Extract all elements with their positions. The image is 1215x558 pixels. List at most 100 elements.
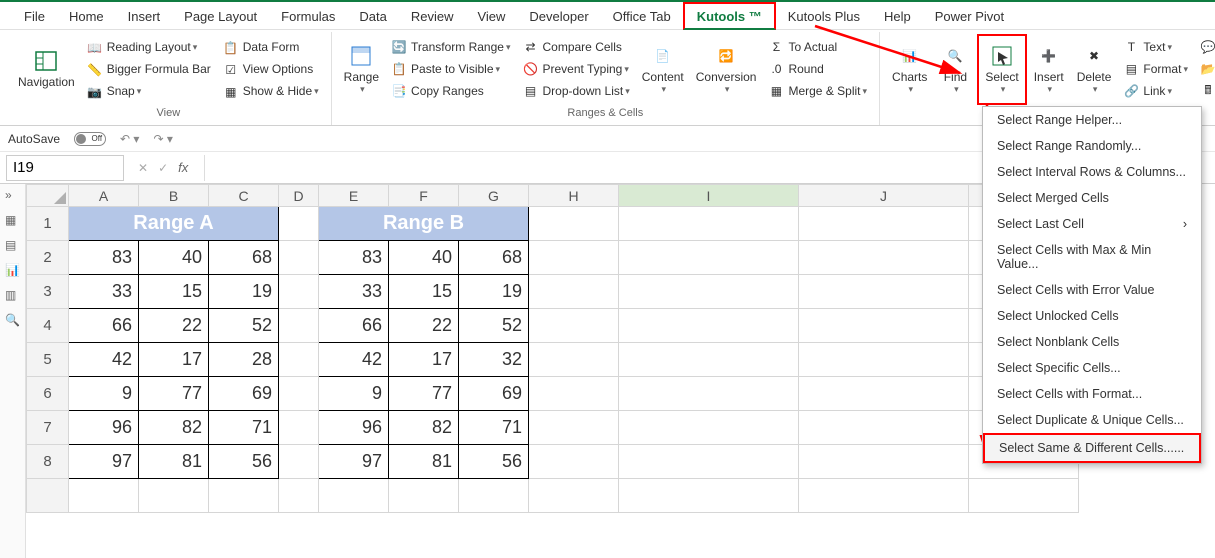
select-all-corner[interactable] (27, 185, 69, 207)
panel-icon-3[interactable]: 📊 (5, 263, 20, 278)
col-header-J[interactable]: J (799, 185, 969, 207)
tab-file[interactable]: File (12, 4, 57, 28)
tab-home[interactable]: Home (57, 4, 116, 28)
menu-item-select-cells-with-max-min-value[interactable]: Select Cells with Max & Min Value... (983, 237, 1201, 277)
range-b-header[interactable]: Range B (319, 207, 529, 241)
row-header-2[interactable]: 2 (27, 241, 69, 275)
find-button[interactable]: 🔍Find▾ (933, 34, 977, 105)
col-header-I[interactable]: I (619, 185, 799, 207)
cell[interactable]: 19 (459, 275, 529, 309)
row-header-5[interactable]: 5 (27, 343, 69, 377)
cell[interactable]: 77 (389, 377, 459, 411)
cell[interactable]: 82 (389, 411, 459, 445)
cell[interactable]: 17 (139, 343, 209, 377)
cell[interactable]: 69 (209, 377, 279, 411)
menu-item-select-interval-rows-columns[interactable]: Select Interval Rows & Columns... (983, 159, 1201, 185)
show-hide-button[interactable]: ▦Show & Hide▾ (219, 81, 323, 103)
range-a-header[interactable]: Range A (69, 207, 279, 241)
name-box[interactable] (6, 155, 124, 181)
row-header-8[interactable]: 8 (27, 445, 69, 479)
cell[interactable]: 81 (139, 445, 209, 479)
cell[interactable]: 68 (459, 241, 529, 275)
cell[interactable]: 33 (319, 275, 389, 309)
dropdown-list-button[interactable]: ▤Drop-down List▾ (519, 80, 634, 102)
cell[interactable]: 52 (459, 309, 529, 343)
format-button[interactable]: ▤Format▾ (1119, 58, 1192, 80)
copy-ranges-button[interactable]: 📑Copy Ranges (387, 80, 514, 102)
cell[interactable]: 83 (319, 241, 389, 275)
menu-item-select-cells-with-format[interactable]: Select Cells with Format... (983, 381, 1201, 407)
tab-power-pivot[interactable]: Power Pivot (923, 4, 1016, 28)
col-header-A[interactable]: A (69, 185, 139, 207)
menu-item-select-nonblank-cells[interactable]: Select Nonblank Cells (983, 329, 1201, 355)
cell[interactable]: 42 (69, 343, 139, 377)
cell[interactable]: 71 (459, 411, 529, 445)
range-button[interactable]: Range▾ (338, 34, 385, 105)
cell[interactable]: 40 (139, 241, 209, 275)
menu-item-select-specific-cells[interactable]: Select Specific Cells... (983, 355, 1201, 381)
menu-item-select-cells-with-error-value[interactable]: Select Cells with Error Value (983, 277, 1201, 303)
cell[interactable]: 19 (209, 275, 279, 309)
tab-kutools-plus[interactable]: Kutools Plus (776, 4, 872, 28)
tab-view[interactable]: View (465, 4, 517, 28)
tab-help[interactable]: Help (872, 4, 923, 28)
redo-icon[interactable]: ↷ ▾ (153, 132, 172, 146)
col-header-G[interactable]: G (459, 185, 529, 207)
cell[interactable]: 81 (389, 445, 459, 479)
text-button[interactable]: TText▾ (1119, 36, 1192, 58)
cell[interactable]: 9 (69, 377, 139, 411)
tab-kutools-[interactable]: Kutools ™ (683, 2, 776, 30)
cell[interactable]: 52 (209, 309, 279, 343)
cell[interactable]: 22 (139, 309, 209, 343)
insert-button[interactable]: ➕Insert▾ (1027, 34, 1071, 105)
cell[interactable]: 15 (389, 275, 459, 309)
cell[interactable]: 77 (139, 377, 209, 411)
confirm-formula-icon[interactable]: ✓ (158, 161, 168, 175)
cell[interactable]: 83 (69, 241, 139, 275)
col-header-C[interactable]: C (209, 185, 279, 207)
menu-item-select-last-cell[interactable]: Select Last Cell› (983, 211, 1201, 237)
delete-button[interactable]: ✖Delete▾ (1071, 34, 1118, 105)
menu-item-select-merged-cells[interactable]: Select Merged Cells (983, 185, 1201, 211)
panel-icon-2[interactable]: ▤ (5, 238, 20, 253)
tab-office-tab[interactable]: Office Tab (601, 4, 683, 28)
data-form-button[interactable]: 📋Data Form (219, 37, 323, 59)
tab-review[interactable]: Review (399, 4, 466, 28)
panel-icon-4[interactable]: ▥ (5, 288, 20, 303)
reading-layout-button[interactable]: 📖Reading Layout▾ (83, 37, 215, 59)
menu-item-select-duplicate-unique-cells[interactable]: Select Duplicate & Unique Cells... (983, 407, 1201, 433)
col-header-F[interactable]: F (389, 185, 459, 207)
row-header-1[interactable]: 1 (27, 207, 69, 241)
col-header-H[interactable]: H (529, 185, 619, 207)
open-button[interactable]: 📂Open (1196, 58, 1215, 80)
fx-icon[interactable]: fx (178, 160, 188, 175)
compare-cells-button[interactable]: ⇄Compare Cells (519, 36, 634, 58)
cell[interactable]: 69 (459, 377, 529, 411)
autosave-toggle[interactable]: Off (74, 132, 106, 146)
link-button[interactable]: 🔗Link▾ (1119, 80, 1192, 102)
cell[interactable]: 96 (69, 411, 139, 445)
panel-icon-5[interactable]: 🔍 (5, 313, 20, 328)
conversion-button[interactable]: 🔁Conversion▾ (690, 34, 763, 105)
tab-formulas[interactable]: Formulas (269, 4, 347, 28)
undo-icon[interactable]: ↶ ▾ (120, 132, 139, 146)
cell[interactable]: 56 (459, 445, 529, 479)
cell[interactable]: 71 (209, 411, 279, 445)
charts-button[interactable]: 📊Charts▾ (886, 34, 933, 105)
cell[interactable]: 82 (139, 411, 209, 445)
cell[interactable]: 42 (319, 343, 389, 377)
cell[interactable]: 28 (209, 343, 279, 377)
cancel-formula-icon[interactable]: ✕ (138, 161, 148, 175)
menu-item-select-range-helper[interactable]: Select Range Helper... (983, 107, 1201, 133)
row-header-4[interactable]: 4 (27, 309, 69, 343)
select-button[interactable]: Select▾ (977, 34, 1026, 105)
row-header-7[interactable]: 7 (27, 411, 69, 445)
paste-visible-button[interactable]: 📋Paste to Visible▾ (387, 58, 514, 80)
content-button[interactable]: 📄Content▾ (636, 34, 690, 105)
menu-item-select-same-different-cells[interactable]: Select Same & Different Cells...... (983, 433, 1201, 463)
col-header-D[interactable]: D (279, 185, 319, 207)
col-header-E[interactable]: E (319, 185, 389, 207)
bigger-formula-button[interactable]: 📏Bigger Formula Bar (83, 59, 215, 81)
navigation-button[interactable]: Navigation (12, 35, 81, 105)
col-header-B[interactable]: B (139, 185, 209, 207)
